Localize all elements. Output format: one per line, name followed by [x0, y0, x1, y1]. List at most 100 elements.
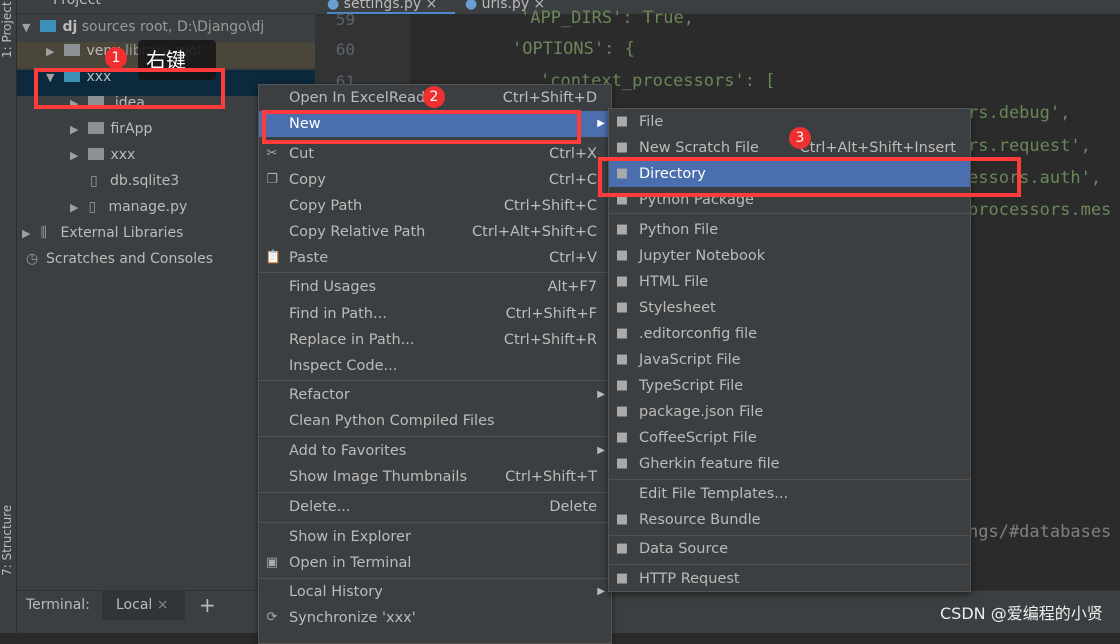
menu-item[interactable]: ■ Data Source — [609, 536, 970, 562]
folder-icon — [88, 148, 105, 160]
code-line: rs.debug', — [968, 103, 1071, 123]
tree-item[interactable]: ▯ db.sqlite3 — [90, 168, 179, 194]
expand-right-icon[interactable]: ▶ — [70, 117, 84, 143]
annotation-box-3 — [598, 157, 1021, 197]
menu-item[interactable]: ■ JavaScript File — [609, 347, 970, 373]
menu-item[interactable]: ❐ Copy Ctrl+C — [259, 167, 611, 193]
tree-item[interactable]: ◷ Scratches and Consoles — [26, 246, 213, 272]
expand-right-icon[interactable]: ▶ — [70, 195, 84, 221]
expand-right-icon[interactable]: ▶ — [22, 221, 36, 247]
menu-item[interactable]: Inspect Code... — [259, 353, 611, 379]
menu-item[interactable]: ■ File — [609, 109, 970, 135]
expand-right-icon[interactable]: ▶ — [70, 143, 84, 169]
project-tool-tab[interactable]: 1: Project — [0, 0, 17, 60]
file-icon: ▯ — [90, 173, 98, 189]
menu-item[interactable]: Show Image Thumbnails Ctrl+Shift+T — [259, 464, 611, 490]
folder-icon — [88, 122, 105, 134]
coffeescript-icon: ■ — [615, 430, 629, 445]
menu-item[interactable]: ■ Stylesheet — [609, 295, 970, 321]
menu-item[interactable]: ▣ Open in Terminal — [259, 550, 611, 576]
menu-item[interactable]: Delete... Delete — [259, 494, 611, 520]
annotation-box-2 — [262, 110, 581, 144]
sync-icon: ⟳ — [266, 610, 278, 625]
annotation-box-1 — [34, 68, 225, 109]
menu-item[interactable]: Replace in Path... Ctrl+Shift+R — [259, 327, 611, 353]
menu-item[interactable]: Copy Path Ctrl+Shift+C — [259, 193, 611, 219]
tree-item[interactable]: ▼ dj sources root, D:\Django\dj — [22, 14, 264, 40]
step-badge-3: 3 — [789, 127, 811, 149]
menu-item[interactable]: ■ CoffeeScript File — [609, 425, 970, 451]
python-file-icon: ■ — [615, 222, 629, 237]
scratches-icon: ◷ — [26, 251, 39, 267]
watermark: CSDN @爱编程的小贤 — [940, 604, 1103, 623]
menu-item[interactable]: ■ Jupyter Notebook — [609, 243, 970, 269]
menu-separator — [609, 479, 970, 480]
menu-item[interactable]: ■ Gherkin feature file — [609, 451, 970, 477]
menu-item[interactable]: ■ .editorconfig file — [609, 321, 970, 347]
menu-item[interactable]: ⟳ Synchronize 'xxx' — [259, 605, 611, 631]
project-title[interactable]: Project — [53, 0, 101, 8]
menu-item[interactable]: ■ HTML File — [609, 269, 970, 295]
editor-tabs: ● settings.py × ● urls.py × — [315, 0, 1120, 15]
menu-separator — [259, 380, 611, 381]
submenu-arrow-icon: ▶ — [597, 445, 605, 456]
html-icon: ■ — [615, 274, 629, 289]
add-terminal-icon[interactable]: + — [199, 593, 216, 617]
menu-separator — [259, 436, 611, 437]
line-number: 60 — [335, 40, 355, 59]
resource-bundle-icon: ■ — [615, 512, 629, 527]
submenu-arrow-icon: ▶ — [597, 389, 605, 400]
menu-item[interactable]: Copy Relative Path Ctrl+Alt+Shift+C — [259, 219, 611, 245]
database-icon: ■ — [615, 541, 629, 556]
tree-item[interactable]: ▶ ⫼ External Libraries — [22, 220, 183, 246]
tree-item[interactable]: ▶ firApp — [70, 116, 152, 142]
expand-right-icon[interactable]: ▶ — [46, 39, 60, 65]
menu-item[interactable]: ■ HTTP Request — [609, 566, 970, 592]
css-icon: ■ — [615, 300, 629, 315]
file-icon: ■ — [615, 114, 629, 129]
menu-item[interactable]: ■ Python File — [609, 217, 970, 243]
folder-icon — [64, 44, 81, 56]
menu-separator — [609, 535, 970, 536]
close-icon[interactable]: × — [157, 597, 169, 613]
step-badge-1: 1 — [105, 47, 127, 69]
npm-icon: ■ — [615, 404, 629, 419]
tree-item[interactable]: ▶ ▯ manage.py — [70, 194, 187, 220]
menu-item[interactable]: 📋 Paste Ctrl+V — [259, 245, 611, 271]
context-menu: Open In ExcelReader Ctrl+Shift+D New ▶ ✂ Cut C… — [258, 84, 612, 644]
project-panel-header: Project — [17, 0, 315, 14]
code-line: processors.mes — [968, 200, 1112, 220]
library-icon: ⫼ — [40, 225, 47, 241]
menu-item[interactable]: Find Usages Alt+F7 — [259, 274, 611, 300]
menu-item[interactable]: ✂ Cut Ctrl+X — [259, 141, 611, 167]
menu-item[interactable]: Refactor ▶ — [259, 382, 611, 408]
folder-icon — [40, 20, 57, 32]
menu-separator — [609, 564, 970, 565]
terminal-label: Terminal: — [26, 597, 90, 613]
submenu-arrow-icon: ▶ — [597, 586, 605, 597]
menu-item[interactable]: Local History ▶ — [259, 579, 611, 605]
tree-item[interactable]: ▶ xxx — [70, 142, 135, 168]
javascript-icon: ■ — [615, 352, 629, 367]
copy-icon: ❐ — [266, 172, 278, 187]
scratch-file-icon: ■ — [615, 140, 629, 155]
terminal-icon: ▣ — [265, 555, 279, 570]
code-line: rs.request', — [968, 136, 1091, 156]
menu-item[interactable]: Find in Path... Ctrl+Shift+F — [259, 301, 611, 327]
terminal-tab-local[interactable]: Local × — [102, 591, 185, 620]
menu-item[interactable]: Edit File Templates... — [609, 481, 970, 507]
menu-separator — [259, 492, 611, 493]
menu-item[interactable]: ■ Resource Bundle — [609, 507, 970, 533]
typescript-icon: ■ — [615, 378, 629, 393]
structure-tool-tab[interactable]: 7: Structure — [0, 500, 17, 580]
menu-item[interactable]: ■ package.json File — [609, 399, 970, 425]
menu-item[interactable]: Show in Explorer — [259, 524, 611, 550]
file-icon: ▯ — [88, 199, 97, 215]
menu-item[interactable]: Clean Python Compiled Files — [259, 408, 611, 434]
jupyter-icon: ■ — [615, 248, 629, 263]
menu-item[interactable]: ■ TypeScript File — [609, 373, 970, 399]
menu-item[interactable]: Add to Favorites ▶ — [259, 438, 611, 464]
expand-down-icon[interactable]: ▼ — [22, 15, 36, 41]
menu-separator — [259, 272, 611, 273]
line-number: 59 — [335, 10, 355, 29]
